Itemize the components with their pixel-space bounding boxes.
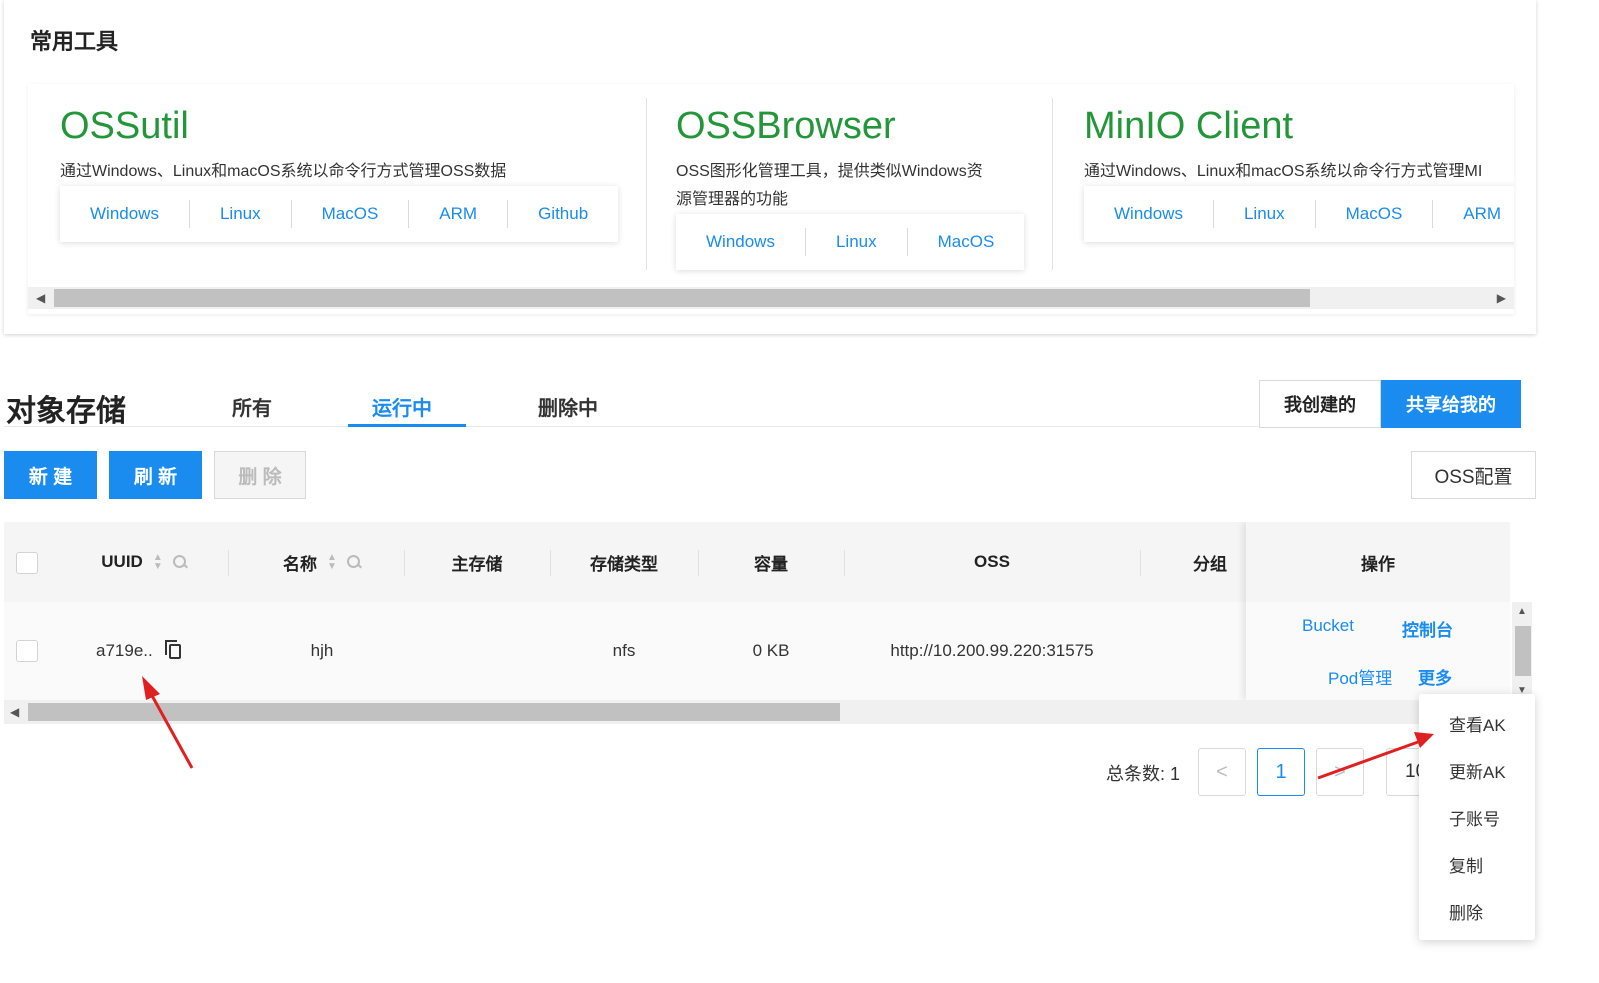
table-vertical-scrollbar[interactable]: ▲ ▼ [1512,602,1532,700]
uuid-cell: a719e.. [96,602,181,700]
tab-running[interactable]: 运行中 [372,392,432,421]
prev-page-button[interactable]: < [1198,748,1246,796]
minio-arm-link[interactable]: ARM [1433,200,1514,228]
tool-name: MinIO Client [1084,105,1294,147]
scroll-left-arrow-icon[interactable]: ◀ [10,705,19,719]
column-header-oss: OSS [974,552,1010,571]
oss-config-button[interactable]: OSS配置 [1411,451,1536,499]
column-header-primary-storage: 主存储 [451,554,503,574]
next-page-button[interactable]: > [1316,748,1364,796]
column-divider [1140,550,1141,576]
uuid-value: a719e.. [96,641,153,660]
scroll-left-arrow-icon[interactable]: ◀ [36,291,45,305]
tools-title: 常用工具 [30,29,119,54]
tools-carousel: OSSutil 通过Windows、Linux和macOS系统以命令行方式管理O… [28,84,1514,314]
ossutil-download-links: Windows Linux MacOS ARM Github [60,186,619,242]
column-label: 名称 [283,554,318,574]
sort-icon[interactable]: ▲ ▼ [327,553,337,572]
page-title: 对象存储 [6,395,126,428]
ossutil-linux-link[interactable]: Linux [190,200,292,228]
tool-description: OSS图形化管理工具，提供类似Windows资 [676,163,983,180]
capacity-cell: 0 KB [752,641,790,660]
column-label: UUID [101,552,143,571]
menu-item-update-ak[interactable]: 更新AK [1419,747,1535,794]
menu-item-sub-account[interactable]: 子账号 [1419,794,1535,841]
column-header-uuid[interactable]: UUID ▲ ▼ [64,522,224,602]
column-header-actions: 操作 [1246,522,1510,602]
ossutil-github-link[interactable]: Github [508,200,618,228]
minio-macos-link[interactable]: MacOS [1316,200,1434,228]
menu-item-view-ak[interactable]: 查看AK [1419,700,1535,747]
scroll-up-arrow-icon[interactable]: ▲ [1517,606,1527,617]
storage-type-cell: nfs [612,641,636,660]
tool-minio-client: MinIO Client 通过Windows、Linux和macOS系统以命令行… [1084,100,1482,186]
tab-deleting[interactable]: 删除中 [538,392,598,421]
tool-name: OSSBrowser [676,105,896,147]
tools-card: 常用工具 OSSutil 通过Windows、Linux和macOS系统以命令行… [4,0,1536,334]
tool-divider [646,98,647,270]
shared-with-me-button[interactable]: 共享给我的 [1381,380,1521,428]
sort-icon[interactable]: ▲ ▼ [153,553,163,572]
menu-item-delete[interactable]: 删除 [1419,888,1535,935]
create-button[interactable]: 新 建 [4,451,97,499]
column-header-capacity: 容量 [754,554,788,574]
created-by-me-button[interactable]: 我创建的 [1259,380,1381,428]
ossbrowser-macos-link[interactable]: MacOS [908,228,1025,256]
more-dropdown-trigger[interactable]: 更多 [1418,664,1452,689]
bucket-link[interactable]: Bucket [1302,616,1354,636]
search-icon[interactable] [172,555,187,569]
row-checkbox[interactable] [16,640,38,662]
ossbrowser-linux-link[interactable]: Linux [806,228,908,256]
pagination-total: 总条数: 1 [1106,764,1181,784]
select-all-checkbox[interactable] [16,552,38,574]
tool-description-line-2: 源管理器的功能 [676,191,789,208]
refresh-button[interactable]: 刷 新 [109,451,202,499]
minio-windows-link[interactable]: Windows [1084,200,1214,228]
search-icon[interactable] [346,555,361,569]
tool-description: 通过Windows、Linux和macOS系统以命令行方式管理OSS数据 [60,163,507,180]
minio-download-links: Windows Linux MacOS ARM [1084,186,1514,242]
pod-manage-link[interactable]: Pod管理 [1328,664,1392,689]
column-header-storage-type: 存储类型 [590,554,658,574]
tool-ossbrowser: OSSBrowser OSS图形化管理工具，提供类似Windows资 源管理器的… [676,100,983,214]
tool-divider [1052,98,1053,270]
more-dropdown-menu: 查看AK 更新AK 子账号 复制 删除 [1419,694,1535,940]
menu-item-copy[interactable]: 复制 [1419,841,1535,888]
name-cell: hjh [310,641,334,660]
oss-url-cell: http://10.200.99.220:31575 [890,641,1094,660]
table-horizontal-scrollbar[interactable]: ◀ [4,700,1510,724]
actions-cell: Bucket 控制台 Pod管理 更多 [1246,602,1510,700]
tool-description: 通过Windows、Linux和macOS系统以命令行方式管理MI [1084,163,1483,180]
tabs-divider [4,426,1258,427]
scrollbar-thumb[interactable] [1515,626,1531,676]
scrollbar-thumb[interactable] [54,289,1310,307]
storage-table: UUID ▲ ▼ 名称 ▲ ▼ 主存储 存储类型 容量 OSS 分组 a719e..… [4,522,1536,724]
console-link[interactable]: 控制台 [1402,616,1453,641]
ossutil-windows-link[interactable]: Windows [60,200,190,228]
scroll-right-arrow-icon[interactable]: ▶ [1497,291,1506,305]
column-header-name[interactable]: 名称 ▲ ▼ [240,522,404,602]
tool-name: OSSutil [60,105,189,147]
tab-all[interactable]: 所有 [232,392,272,421]
copy-icon[interactable] [164,639,181,659]
ossutil-arm-link[interactable]: ARM [409,200,509,228]
minio-linux-link[interactable]: Linux [1214,200,1316,228]
ossbrowser-windows-link[interactable]: Windows [676,228,806,256]
tab-active-indicator [348,424,466,427]
page-1-button[interactable]: 1 [1257,748,1305,796]
tool-ossutil: OSSutil 通过Windows、Linux和macOS系统以命令行方式管理O… [60,100,506,186]
column-header-group: 分组 [1193,554,1227,574]
group-cell [1160,602,1260,700]
ossbrowser-download-links: Windows Linux MacOS [676,214,1025,270]
scrollbar-thumb[interactable] [28,703,840,721]
ownership-toggle: 我创建的 共享给我的 [1259,380,1521,428]
delete-button[interactable]: 删 除 [214,451,306,499]
tools-horizontal-scrollbar[interactable]: ◀ ▶ [28,287,1514,309]
actions-column: 操作 Bucket 控制台 Pod管理 更多 [1246,522,1510,700]
ossutil-macos-link[interactable]: MacOS [292,200,410,228]
column-divider [228,550,229,576]
primary-storage-cell [404,602,550,700]
